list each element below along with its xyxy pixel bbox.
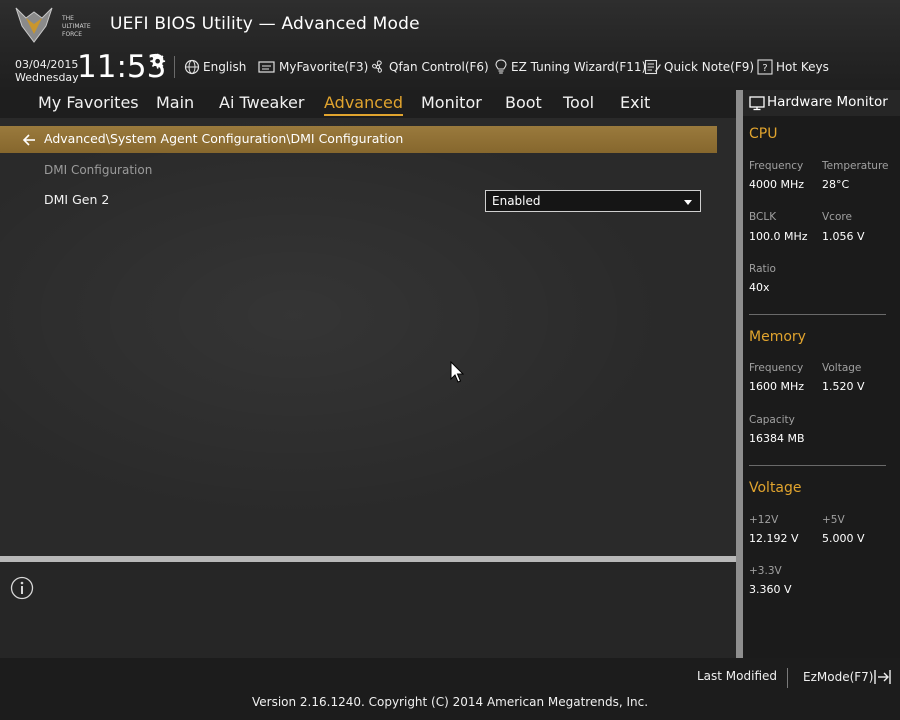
memory-voltage-label: Voltage — [822, 362, 862, 374]
memory-voltage-value: 1.520 V — [822, 380, 865, 393]
panel-divider — [736, 90, 743, 658]
last-modified-button[interactable]: Last Modified — [697, 669, 777, 683]
quick-note-label: Quick Note(F9) — [664, 60, 755, 74]
voltage-section-title: Voltage — [749, 480, 802, 496]
globe-icon — [184, 59, 200, 75]
help-area — [0, 562, 736, 658]
tuf-logo: THE ULTIMATE FORCE — [15, 7, 91, 43]
memory-section-title: Memory — [749, 329, 806, 345]
tab-boot[interactable]: Boot — [505, 93, 542, 112]
mouse-pointer-icon — [450, 361, 465, 383]
dmi-gen2-value: Enabled — [492, 194, 541, 208]
bulb-icon — [495, 59, 507, 74]
v33-label: +3.3V — [749, 565, 782, 577]
footer-bar: Last Modified EzMode(F7) Version 2.16.12… — [0, 658, 900, 720]
cpu-ratio-value: 40x — [749, 281, 770, 294]
memory-divider — [749, 465, 886, 466]
v5-value: 5.000 V — [822, 532, 865, 545]
memory-frequency-label: Frequency — [749, 362, 804, 374]
myfavorite-button[interactable]: MyFavorite(F3) — [258, 57, 368, 77]
v5-label: +5V — [822, 514, 845, 526]
tab-my-favorites[interactable]: My Favorites — [38, 93, 139, 112]
tab-main[interactable]: Main — [156, 93, 194, 112]
hot-keys-label: Hot Keys — [776, 60, 829, 74]
ezmode-button[interactable]: EzMode(F7) — [803, 669, 892, 685]
main-menu: My Favorites Main Ai Tweaker Advanced Mo… — [0, 90, 740, 118]
cpu-temperature-label: Temperature — [822, 160, 889, 172]
language-label: English — [203, 60, 247, 74]
date-text: 03/04/2015 — [15, 58, 79, 71]
logo-text-1: THE — [61, 15, 74, 22]
help-icon: ? — [757, 59, 773, 75]
cpu-ratio-label: Ratio — [749, 263, 776, 275]
tab-ai-tweaker[interactable]: Ai Tweaker — [219, 93, 304, 112]
myfavorite-label: MyFavorite(F3) — [279, 60, 369, 74]
qfan-label: Qfan Control(F6) — [389, 60, 489, 74]
chevron-down-icon — [684, 200, 692, 205]
cpu-bclk-value: 100.0 MHz — [749, 230, 808, 243]
gear-icon[interactable] — [148, 52, 166, 70]
cpu-bclk-label: BCLK — [749, 211, 777, 223]
breadcrumb-path: Advanced\System Agent Configuration\DMI … — [44, 131, 404, 146]
qfan-control-button[interactable]: Qfan Control(F6) — [370, 57, 489, 77]
favorite-icon — [258, 61, 275, 73]
settings-panel: Advanced\System Agent Configuration\DMI … — [0, 118, 736, 556]
v33-value: 3.360 V — [749, 583, 792, 596]
app-title: UEFI BIOS Utility — Advanced Mode — [110, 14, 420, 34]
hardware-monitor-panel: Hardware Monitor CPU Frequency Temperatu… — [743, 90, 900, 658]
v12-value: 12.192 V — [749, 532, 799, 545]
back-arrow-icon[interactable] — [22, 133, 36, 147]
cpu-vcore-value: 1.056 V — [822, 230, 865, 243]
svg-text:?: ? — [762, 63, 767, 74]
logo-text-3: FORCE — [62, 31, 82, 38]
cpu-frequency-label: Frequency — [749, 160, 804, 172]
footer-separator — [787, 668, 788, 688]
cpu-section-title: CPU — [749, 126, 778, 142]
header-separator — [174, 56, 175, 78]
memory-capacity-label: Capacity — [749, 414, 795, 426]
tab-monitor[interactable]: Monitor — [421, 93, 482, 112]
date-display: 03/04/2015 Wednesday — [15, 58, 79, 84]
info-icon — [10, 576, 34, 600]
dmi-gen2-select[interactable]: Enabled — [485, 190, 701, 212]
cpu-divider — [749, 314, 886, 315]
ez-tuning-wizard-button[interactable]: EZ Tuning Wizard(F11) — [494, 57, 646, 77]
cpu-vcore-label: Vcore — [822, 211, 852, 223]
logo-text-2: ULTIMATE — [62, 23, 91, 30]
weekday-text: Wednesday — [15, 71, 79, 84]
v12-label: +12V — [749, 514, 779, 526]
section-label: DMI Configuration — [44, 163, 153, 177]
hot-keys-button[interactable]: ? Hot Keys — [757, 57, 829, 77]
monitor-icon — [749, 96, 765, 111]
cpu-frequency-value: 4000 MHz — [749, 178, 805, 191]
breadcrumb: Advanced\System Agent Configuration\DMI … — [0, 126, 717, 153]
dmi-gen2-label[interactable]: DMI Gen 2 — [44, 192, 109, 207]
header-bar: THE ULTIMATE FORCE UEFI BIOS Utility — A… — [0, 0, 900, 90]
language-button[interactable]: English — [184, 57, 246, 77]
tab-exit[interactable]: Exit — [620, 93, 650, 112]
tab-advanced[interactable]: Advanced — [324, 93, 404, 116]
quick-note-button[interactable]: Quick Note(F9) — [644, 57, 754, 77]
memory-frequency-value: 1600 MHz — [749, 380, 805, 393]
hardware-monitor-header: Hardware Monitor — [743, 90, 900, 116]
hardware-monitor-title: Hardware Monitor — [767, 94, 888, 110]
ez-tuning-label: EZ Tuning Wizard(F11) — [511, 60, 647, 74]
note-icon — [644, 59, 661, 75]
memory-capacity-value: 16384 MB — [749, 432, 805, 445]
tab-tool[interactable]: Tool — [563, 93, 594, 112]
exit-icon — [874, 670, 892, 684]
fan-icon — [372, 60, 382, 73]
ezmode-label: EzMode(F7) — [803, 670, 874, 684]
version-text: Version 2.16.1240. Copyright (C) 2014 Am… — [251, 695, 649, 709]
cpu-temperature-value: 28°C — [822, 178, 850, 191]
